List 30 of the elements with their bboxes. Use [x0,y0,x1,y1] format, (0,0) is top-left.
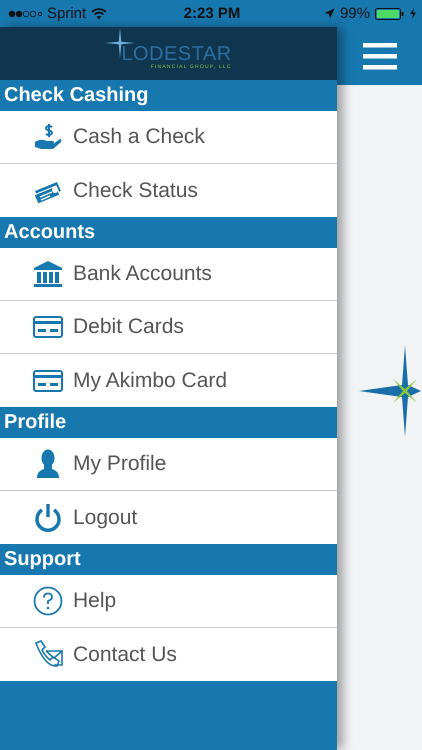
carrier-name: Sprint [47,5,86,22]
bank-icon [33,260,63,288]
section-header: Accounts [0,217,337,248]
clock-time: 2:23 PM [184,5,240,22]
battery-icon [374,8,405,20]
hand-dollar-icon [33,123,63,151]
menu-item[interactable]: Debit Cards [0,301,337,354]
question-icon [33,586,63,616]
charging-bolt-icon [410,8,416,19]
menu-item[interactable]: Cash a Check [0,111,337,164]
section-header: Check Cashing [0,80,337,111]
menu-item[interactable]: Check Status [0,164,337,217]
section-header: Support [0,544,337,575]
battery-percent: 99% [340,5,370,22]
section-header: Profile [0,407,337,438]
logo-wordmark: LODESTAR [121,44,232,64]
menu-icon[interactable] [362,42,396,70]
power-icon [33,502,63,532]
menu-item[interactable]: My Profile [0,438,337,491]
signal-icon [8,10,42,18]
menu-item[interactable]: My Akimbo Card [0,354,337,407]
menu-item[interactable]: Logout [0,491,337,544]
wifi-icon [91,8,108,20]
menu-item[interactable]: Help [0,575,337,628]
menu-item[interactable]: Bank Accounts [0,248,337,301]
card-icon [33,370,63,392]
phone-envelope-icon [33,640,63,670]
location-arrow-icon [324,8,335,19]
card-icon [33,316,63,338]
menu-item[interactable]: Contact Us [0,628,337,681]
